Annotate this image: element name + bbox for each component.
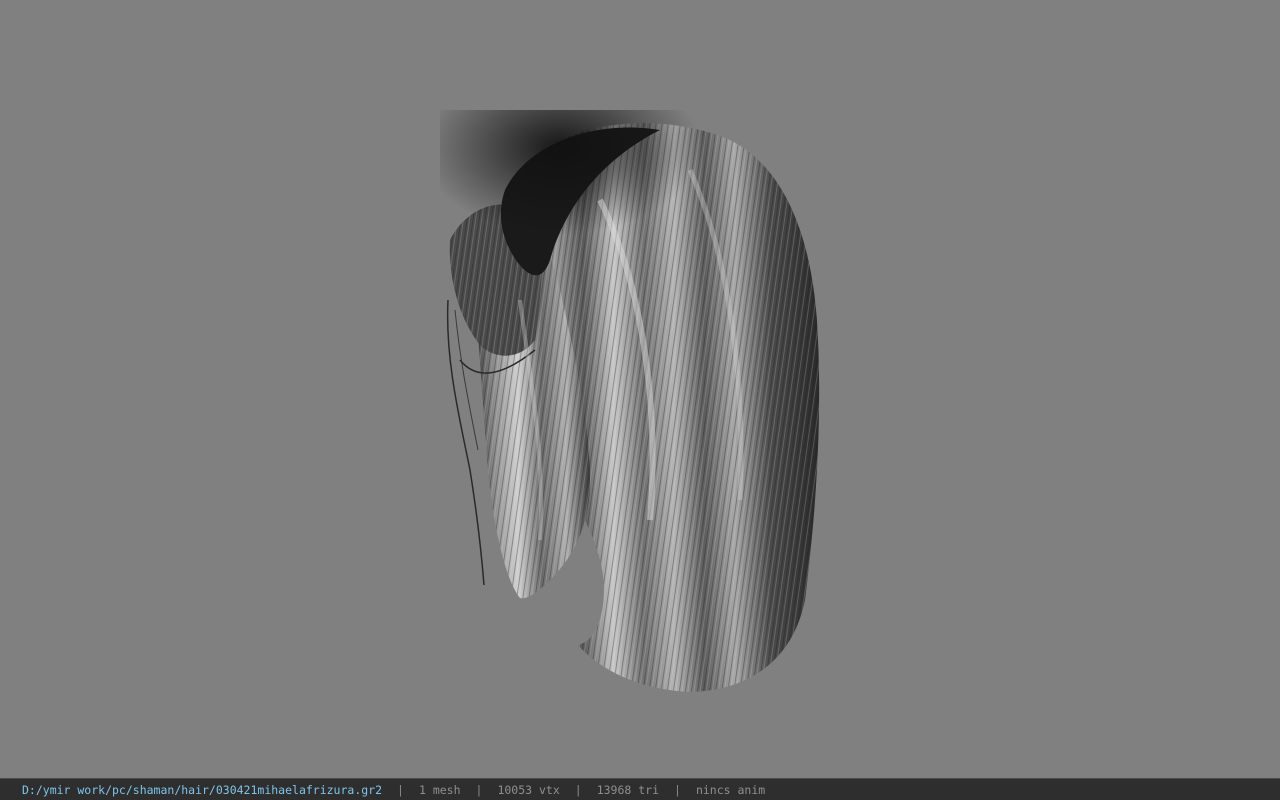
mesh-count-label: 1 mesh xyxy=(418,782,461,797)
status-bar: D:/ymir work/pc/shaman/hair/030421mihael… xyxy=(0,778,1280,800)
file-path-label: D:/ymir work/pc/shaman/hair/030421mihael… xyxy=(22,782,383,797)
status-separator: | xyxy=(574,782,582,797)
triangle-count-label: 13968 tri xyxy=(596,782,660,797)
status-separator: | xyxy=(475,782,483,797)
status-separator: | xyxy=(674,782,681,797)
3d-viewport[interactable] xyxy=(0,0,1280,778)
animation-status-label: nincs anim xyxy=(695,782,766,797)
vertex-count-label: 10053 vtx xyxy=(497,782,560,797)
status-separator: | xyxy=(397,782,404,797)
hair-model-render[interactable] xyxy=(0,0,1280,778)
